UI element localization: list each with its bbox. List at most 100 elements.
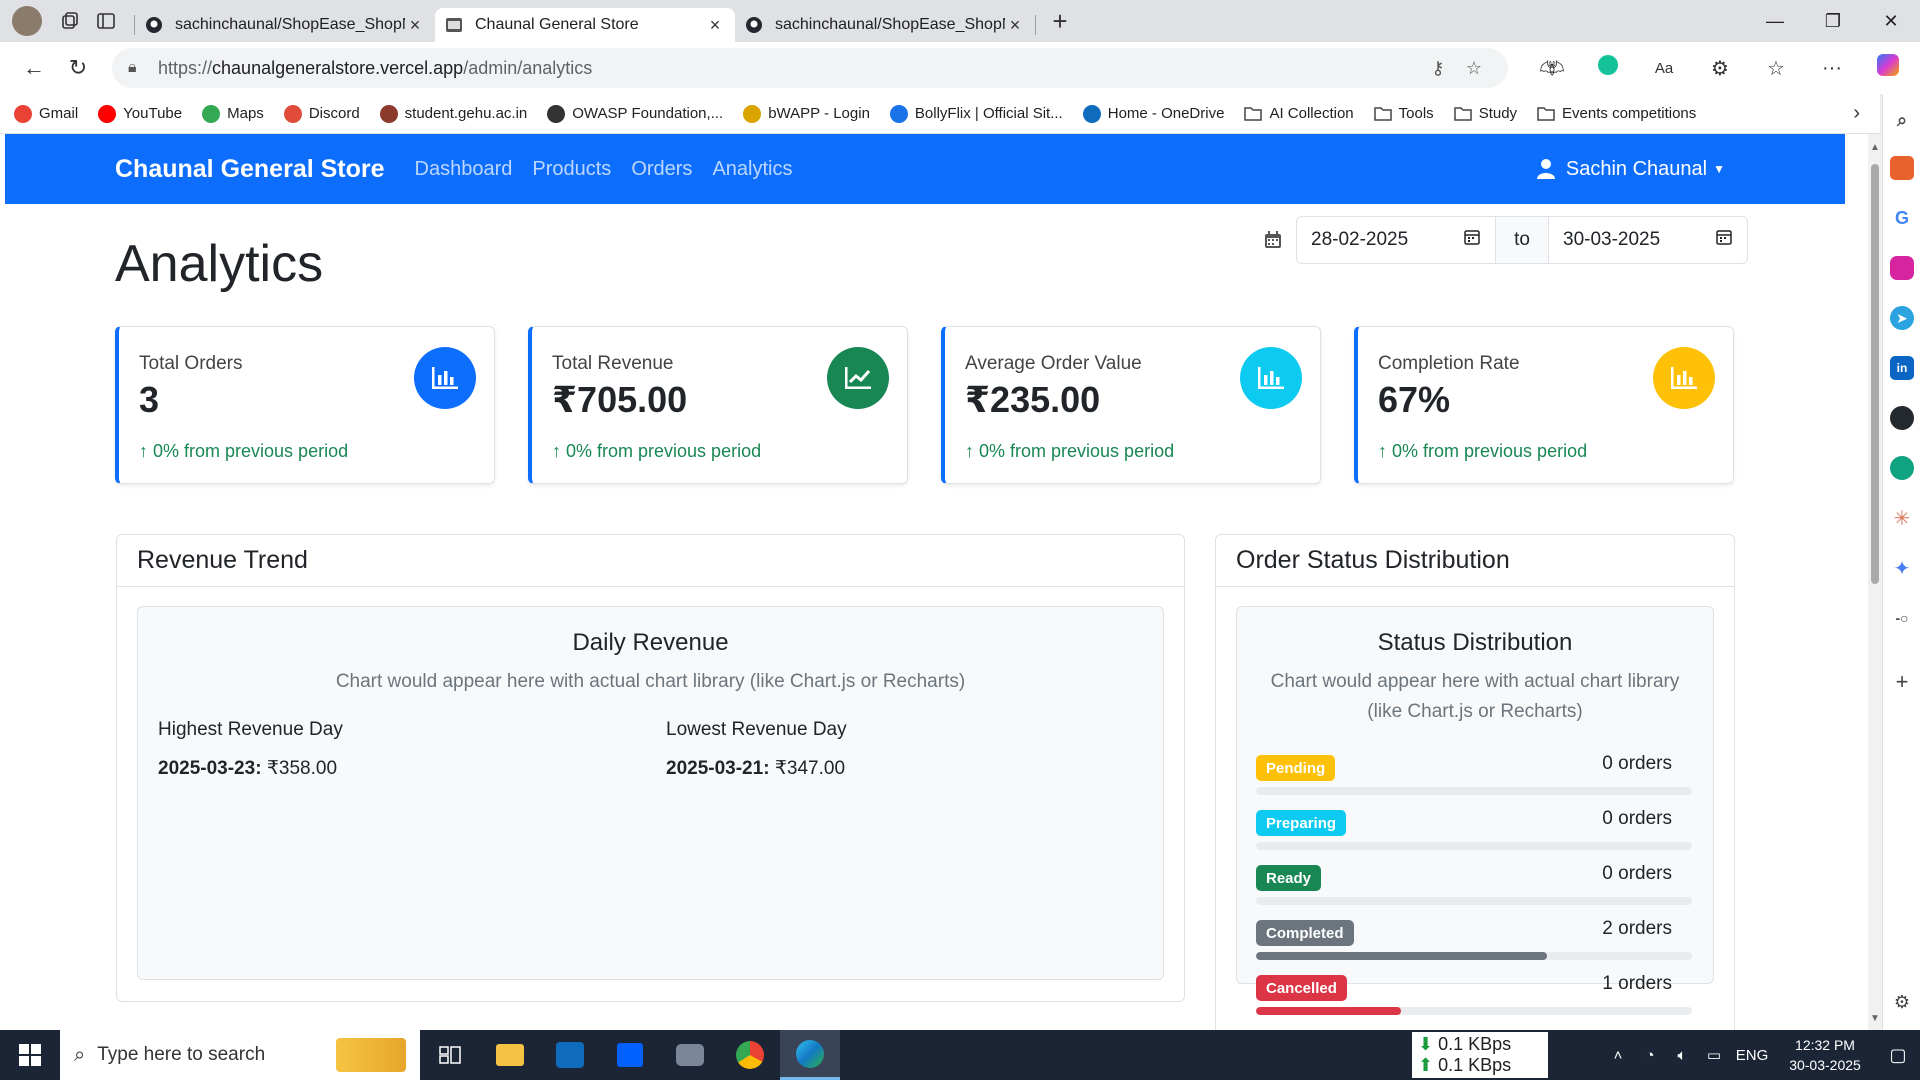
bookmark-item[interactable]: AI Collection [1244, 105, 1354, 123]
bookmark-item[interactable]: Gmail [14, 104, 78, 123]
calendar-picker-icon[interactable] [1715, 228, 1733, 252]
system-tray: ˄ ◔ 🔈︎ ▭ ENG 12:32 PM 30-03-2025 ▢ [1602, 1030, 1920, 1080]
instagram-icon[interactable] [1890, 256, 1914, 280]
tab-close-button[interactable]: × [1005, 15, 1025, 36]
copilot-icon[interactable] [1860, 54, 1916, 82]
extensions-puzzle-icon[interactable]: ⚙ [1692, 56, 1748, 81]
url-input[interactable]: 🔒︎ https://chaunalgeneralstore.vercel.ap… [112, 48, 1508, 88]
bookmark-item[interactable]: Discord [283, 104, 360, 123]
nav-dashboard[interactable]: Dashboard [415, 158, 513, 181]
gemini-icon[interactable]: ✦ [1890, 556, 1914, 580]
chevron-up-icon[interactable]: ˄ [1604, 1047, 1632, 1064]
close-window-icon[interactable]: ✕ [1862, 0, 1920, 42]
bookmark-item[interactable]: student.gehu.ac.in [379, 104, 527, 123]
key-icon[interactable]: ⚷ [1420, 58, 1456, 79]
bookmark-item[interactable]: bWAPP - Login [743, 104, 870, 123]
github-icon[interactable] [1890, 406, 1914, 430]
bookmark-item[interactable]: YouTube [98, 104, 182, 123]
stat-value: 67% [1378, 379, 1451, 420]
status-progress-track [1256, 787, 1692, 795]
bookmark-item[interactable]: Events competitions [1537, 105, 1696, 123]
edge-icon[interactable] [780, 1030, 840, 1080]
favorite-star-icon[interactable]: ☆ [1456, 58, 1492, 79]
bookmark-item[interactable]: BollyFlix | Official Sit... [889, 104, 1063, 123]
bookmark-item[interactable]: Study [1453, 105, 1518, 123]
outlook-icon[interactable] [540, 1030, 600, 1080]
tools-icon[interactable] [1890, 156, 1914, 180]
bar-chart-icon [414, 347, 476, 409]
scroll-thumb[interactable] [1871, 164, 1879, 584]
bookmark-label: Tools [1398, 105, 1434, 122]
claude-icon[interactable]: ✳ [1890, 506, 1914, 530]
add-sidebar-icon[interactable]: + [1890, 669, 1914, 694]
nav-orders[interactable]: Orders [631, 158, 692, 181]
refresh-icon[interactable]: ↻ [58, 48, 98, 88]
nav-products[interactable]: Products [532, 158, 611, 181]
tab-github-1[interactable]: sachinchaunal/ShopEase_ShopMa × [135, 8, 435, 42]
user-menu[interactable]: Sachin Chaunal ▼ [1536, 158, 1725, 181]
bookmark-item[interactable]: Home - OneDrive [1082, 104, 1224, 123]
back-icon[interactable]: ← [14, 48, 54, 88]
edge-sidebar: ⌕ G ➤ in ✳ ✦ -○ + ⚙ [1882, 94, 1920, 1030]
camera-icon[interactable] [660, 1030, 720, 1080]
lock-icon: 🔒︎ [128, 59, 137, 76]
task-view-icon[interactable] [420, 1030, 480, 1080]
search-icon[interactable]: ⌕ [1890, 108, 1914, 132]
tab-github-2[interactable]: sachinchaunal/ShopEase_ShopMa × [735, 8, 1035, 42]
volume-icon[interactable]: 🔈︎ [1668, 1047, 1696, 1064]
telegram-icon[interactable]: ➤ [1890, 306, 1914, 330]
status-count: 0 orders [1602, 808, 1672, 829]
favorites-icon[interactable]: ☆ [1748, 56, 1804, 81]
linkedin-icon[interactable]: in [1890, 356, 1914, 380]
chevron-right-icon[interactable]: › [1853, 102, 1860, 125]
bookmark-item[interactable]: Maps [202, 104, 264, 123]
highest-date: 2025-03-23: [158, 758, 262, 779]
extension-bat-icon[interactable]: 🦇︎ [1524, 56, 1580, 81]
tab-chaunal-store[interactable]: Chaunal General Store × [435, 8, 735, 42]
sidebar-link-icon[interactable]: -○ [1890, 606, 1914, 630]
profile-avatar[interactable] [12, 6, 42, 36]
status-row-completed: Completed 2 orders [1256, 918, 1692, 960]
extension-grammarly-icon[interactable] [1580, 55, 1636, 81]
status-badge: Pending [1256, 755, 1336, 781]
sidebar-settings-icon[interactable]: ⚙ [1890, 990, 1914, 1014]
scroll-down-icon[interactable]: ▼ [1870, 1013, 1880, 1024]
stat-value: 3 [139, 379, 160, 420]
gehu-icon [379, 104, 398, 123]
restore-icon[interactable]: ❐ [1804, 0, 1862, 42]
tab-close-button[interactable]: × [705, 15, 725, 36]
taskbar-search-input[interactable]: ⌕ Type here to search [60, 1030, 420, 1080]
scroll-up-icon[interactable]: ▲ [1870, 142, 1880, 153]
more-menu-icon[interactable]: ··· [1804, 57, 1860, 80]
file-explorer-icon[interactable] [480, 1030, 540, 1080]
read-aloud-icon[interactable]: Aa [1636, 60, 1692, 77]
bookmark-item[interactable]: OWASP Foundation,... [547, 104, 723, 123]
dropbox-icon[interactable] [600, 1030, 660, 1080]
google-icon[interactable]: G [1890, 206, 1914, 230]
vertical-tabs-icon[interactable] [88, 3, 124, 39]
clock[interactable]: 12:32 PM 30-03-2025 [1780, 1035, 1870, 1075]
bookmark-label: Study [1478, 105, 1518, 122]
minimize-icon[interactable]: — [1746, 0, 1804, 42]
chrome-icon[interactable] [720, 1030, 780, 1080]
date-to-input[interactable]: 30-03-2025 [1548, 216, 1748, 264]
new-tab-button[interactable]: + [1042, 3, 1078, 39]
chevron-down-icon: ▼ [1713, 162, 1725, 176]
language-indicator[interactable]: ENG [1732, 1047, 1772, 1064]
bookmark-item[interactable]: Tools [1373, 105, 1434, 123]
store-icon [445, 16, 463, 34]
lowest-label: Lowest Revenue Day [666, 719, 847, 740]
notifications-icon[interactable]: ▢ [1878, 1045, 1918, 1066]
nav-analytics[interactable]: Analytics [712, 158, 792, 181]
calendar-icon [1250, 230, 1296, 250]
windows-start-icon[interactable] [0, 1030, 60, 1080]
battery-icon[interactable]: ▭ [1700, 1046, 1728, 1064]
wifi-icon[interactable]: ◔ [1636, 1047, 1664, 1064]
calendar-picker-icon[interactable] [1463, 228, 1481, 252]
tab-close-button[interactable]: × [405, 15, 425, 36]
brand-link[interactable]: Chaunal General Store [115, 155, 385, 184]
chatgpt-icon[interactable] [1890, 456, 1914, 480]
date-from-input[interactable]: 28-02-2025 [1296, 216, 1496, 264]
page-scrollbar[interactable]: ▲ ▼ [1868, 134, 1882, 1030]
workspaces-icon[interactable] [52, 3, 88, 39]
